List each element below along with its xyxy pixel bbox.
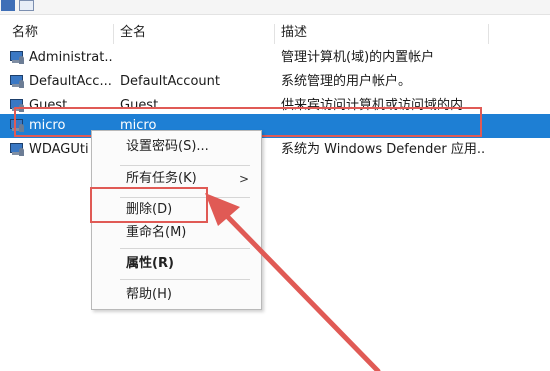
annotation-arrow-icon bbox=[205, 193, 381, 371]
